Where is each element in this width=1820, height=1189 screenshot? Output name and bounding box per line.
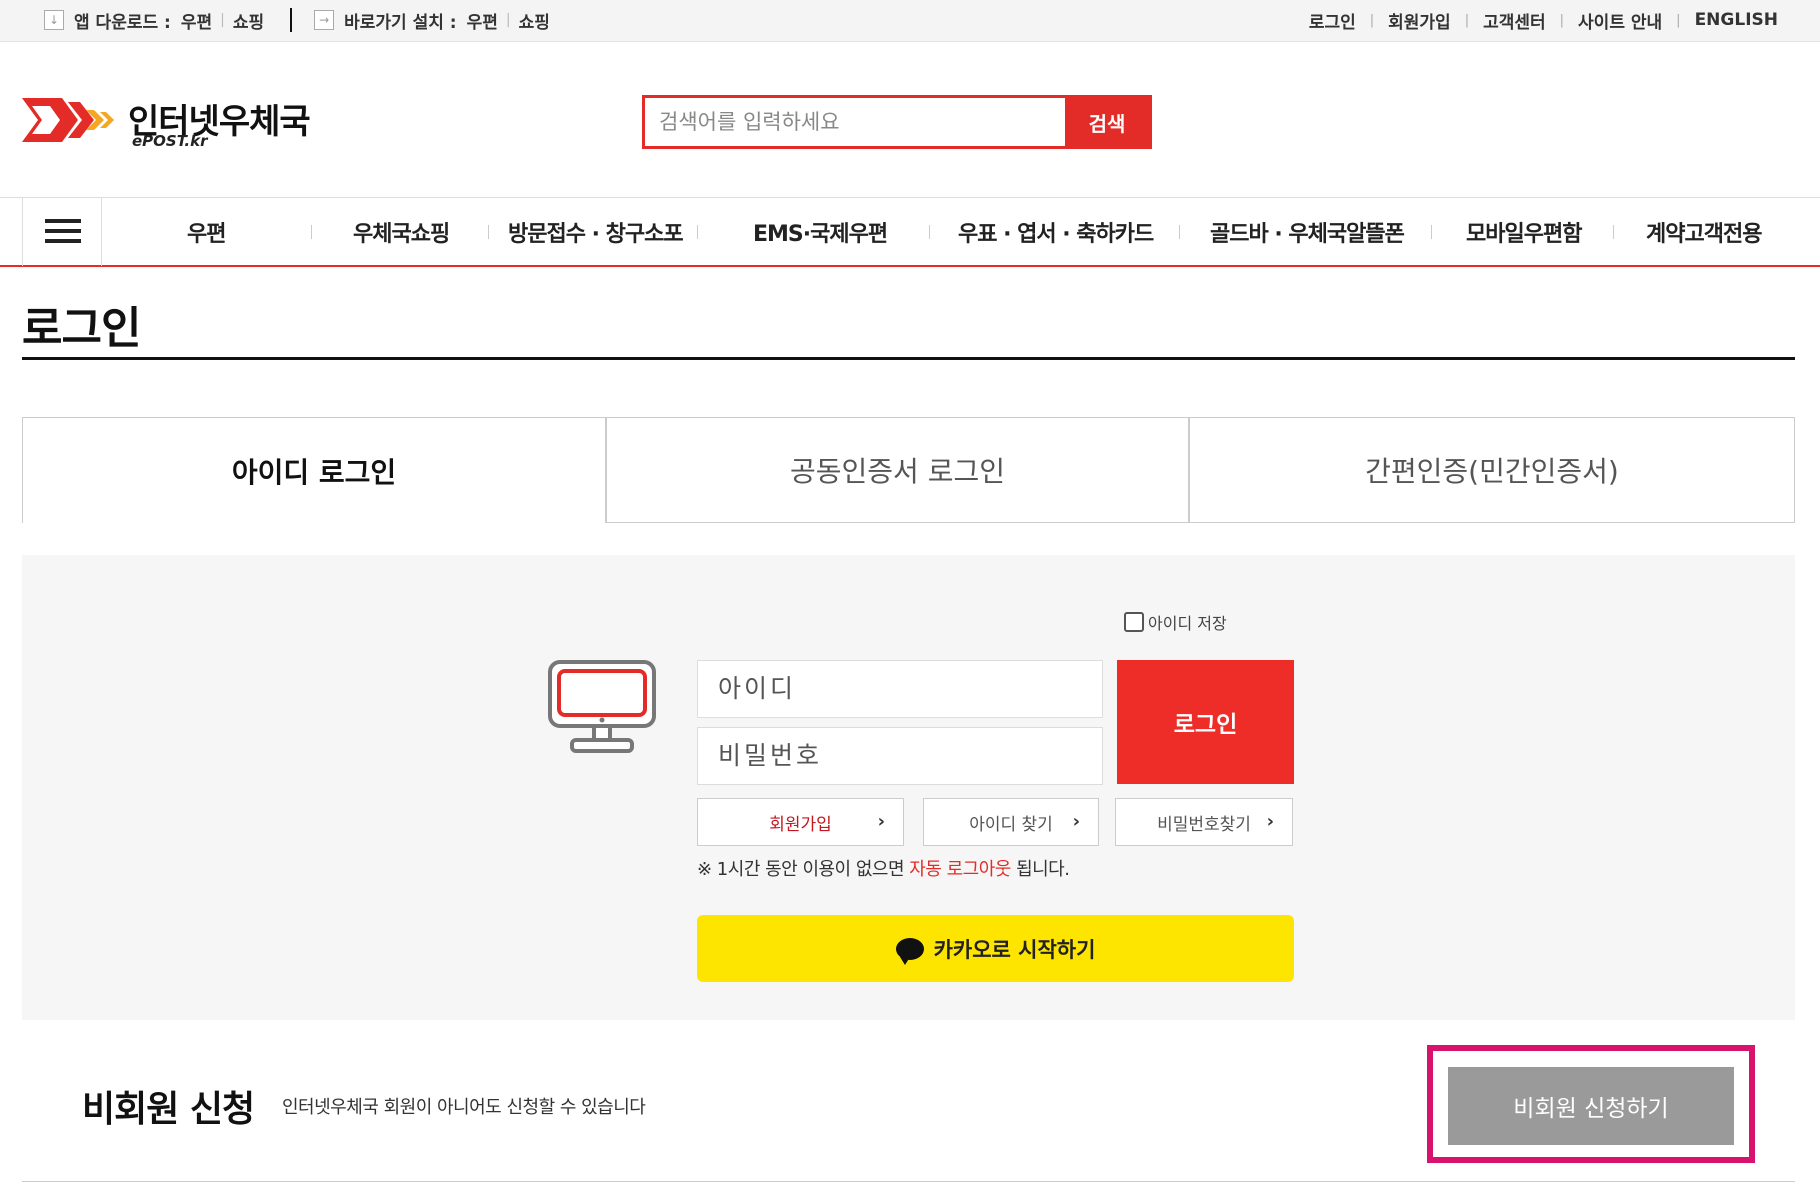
nonmember-apply-button[interactable]: 비회원 신청하기	[1448, 1067, 1734, 1145]
nav-item-goldbar-phone[interactable]: 골드바 · 우체국알뜰폰	[1210, 216, 1405, 248]
nav-item-shopping[interactable]: 우체국쇼핑	[353, 216, 450, 248]
top-login-link[interactable]: 로그인	[1309, 8, 1356, 33]
login-tabs: 아이디 로그인 공동인증서 로그인 간편인증(민간인증서)	[22, 417, 1795, 523]
password-input[interactable]: 비밀번호	[697, 727, 1103, 785]
app-download-shopping-link[interactable]: 쇼핑	[233, 8, 264, 33]
nav-item-visit-pickup[interactable]: 방문접수 · 창구소포	[508, 216, 684, 248]
nav-item-post[interactable]: 우편	[187, 216, 226, 248]
separator: |	[1464, 12, 1470, 28]
auto-logout-highlight: 자동 로그아웃	[909, 859, 1011, 880]
nav-item-contract-customers[interactable]: 계약고객전용	[1646, 216, 1762, 248]
separator: |	[220, 12, 225, 28]
bottom-divider	[22, 1181, 1795, 1182]
nonmember-description: 인터넷우체국 회원이 아니어도 신청할 수 있습니다	[282, 1097, 646, 1118]
find-password-button[interactable]: 비밀번호찾기 ›	[1115, 798, 1293, 846]
kakao-login-button[interactable]: 카카오로 시작하기	[697, 915, 1294, 982]
find-id-button[interactable]: 아이디 찾기 ›	[923, 798, 1099, 846]
signup-button[interactable]: 회원가입 ›	[697, 798, 904, 846]
hamburger-icon	[45, 219, 81, 223]
separator: |	[1676, 12, 1681, 28]
nav-item-ems[interactable]: EMS·국제우편	[753, 216, 888, 248]
shortcut-icon: →	[314, 10, 335, 30]
utility-bar: ↓ 앱 다운로드 : 우편 | 쇼핑 → 바로가기 설치 : 우편 | 쇼핑 로…	[0, 0, 1820, 42]
save-id-label: 아이디 저장	[1148, 614, 1227, 633]
epost-logo-icon	[22, 98, 114, 142]
top-site-guide-link[interactable]: 사이트 안내	[1578, 8, 1662, 33]
separator: |	[505, 12, 511, 28]
chevron-right-icon: ›	[1266, 811, 1274, 832]
group-divider	[290, 8, 293, 32]
find-id-label: 아이디 찾기	[969, 814, 1053, 835]
nav-item-stamps-cards[interactable]: 우표 · 엽서 · 축하카드	[958, 216, 1154, 248]
hamburger-menu-button[interactable]	[22, 198, 102, 266]
find-password-label: 비밀번호찾기	[1157, 814, 1251, 835]
monitor-icon	[548, 660, 656, 753]
auto-logout-notice: ※ 1시간 동안 이용이 없으면 자동 로그아웃 됩니다.	[697, 859, 1070, 880]
tab-simple-auth[interactable]: 간편인증(민간인증서)	[1189, 417, 1795, 523]
separator: |	[1369, 12, 1375, 28]
epost-logo[interactable]: 인터넷우체국 ePOST.kr	[22, 92, 322, 152]
chevron-right-icon: ›	[877, 811, 885, 832]
signup-label: 회원가입	[769, 814, 832, 835]
search-input[interactable]	[645, 98, 1065, 146]
checkbox-icon[interactable]	[1124, 612, 1144, 632]
main-navigation: 우편 우체국쇼핑 방문접수 · 창구소포 EMS·국제우편 우표 · 엽서 · …	[0, 197, 1820, 267]
logo-subtext: ePOST.kr	[132, 132, 208, 150]
nav-item-mobile-mailbox[interactable]: 모바일우편함	[1466, 216, 1582, 248]
shortcut-post-link[interactable]: 우편	[467, 8, 498, 33]
top-english-link[interactable]: ENGLISH	[1695, 10, 1778, 30]
top-signup-link[interactable]: 회원가입	[1388, 8, 1451, 33]
nonmember-title: 비회원 신청	[82, 1089, 255, 1130]
kakao-login-label: 카카오로 시작하기	[933, 937, 1096, 962]
login-button[interactable]: 로그인	[1117, 660, 1294, 784]
page-title: 로그인	[22, 303, 141, 354]
download-icon: ↓	[44, 10, 64, 30]
chevron-right-icon: ›	[1072, 811, 1080, 832]
top-customer-center-link[interactable]: 고객센터	[1483, 8, 1546, 33]
tab-id-login[interactable]: 아이디 로그인	[22, 417, 606, 523]
id-input[interactable]: 아이디	[697, 660, 1103, 718]
shortcut-shopping-link[interactable]: 쇼핑	[519, 8, 550, 33]
search-bar: 검색	[642, 95, 1152, 149]
app-download-post-link[interactable]: 우편	[181, 8, 212, 33]
app-download-label: 앱 다운로드 :	[74, 12, 171, 33]
kakao-speech-bubble-icon	[895, 937, 924, 965]
shortcut-label: 바로가기 설치 :	[344, 12, 457, 33]
save-id-checkbox[interactable]: 아이디 저장	[1124, 610, 1227, 634]
separator: |	[1559, 12, 1565, 28]
tab-certificate-login[interactable]: 공동인증서 로그인	[606, 417, 1189, 523]
search-button[interactable]: 검색	[1065, 98, 1149, 146]
utility-left: ↓ 앱 다운로드 : 우편 | 쇼핑 → 바로가기 설치 : 우편 | 쇼핑	[44, 6, 550, 34]
title-divider	[22, 357, 1795, 360]
utility-right: 로그인 | 회원가입 | 고객센터 | 사이트 안내 | ENGLISH	[1309, 6, 1778, 34]
